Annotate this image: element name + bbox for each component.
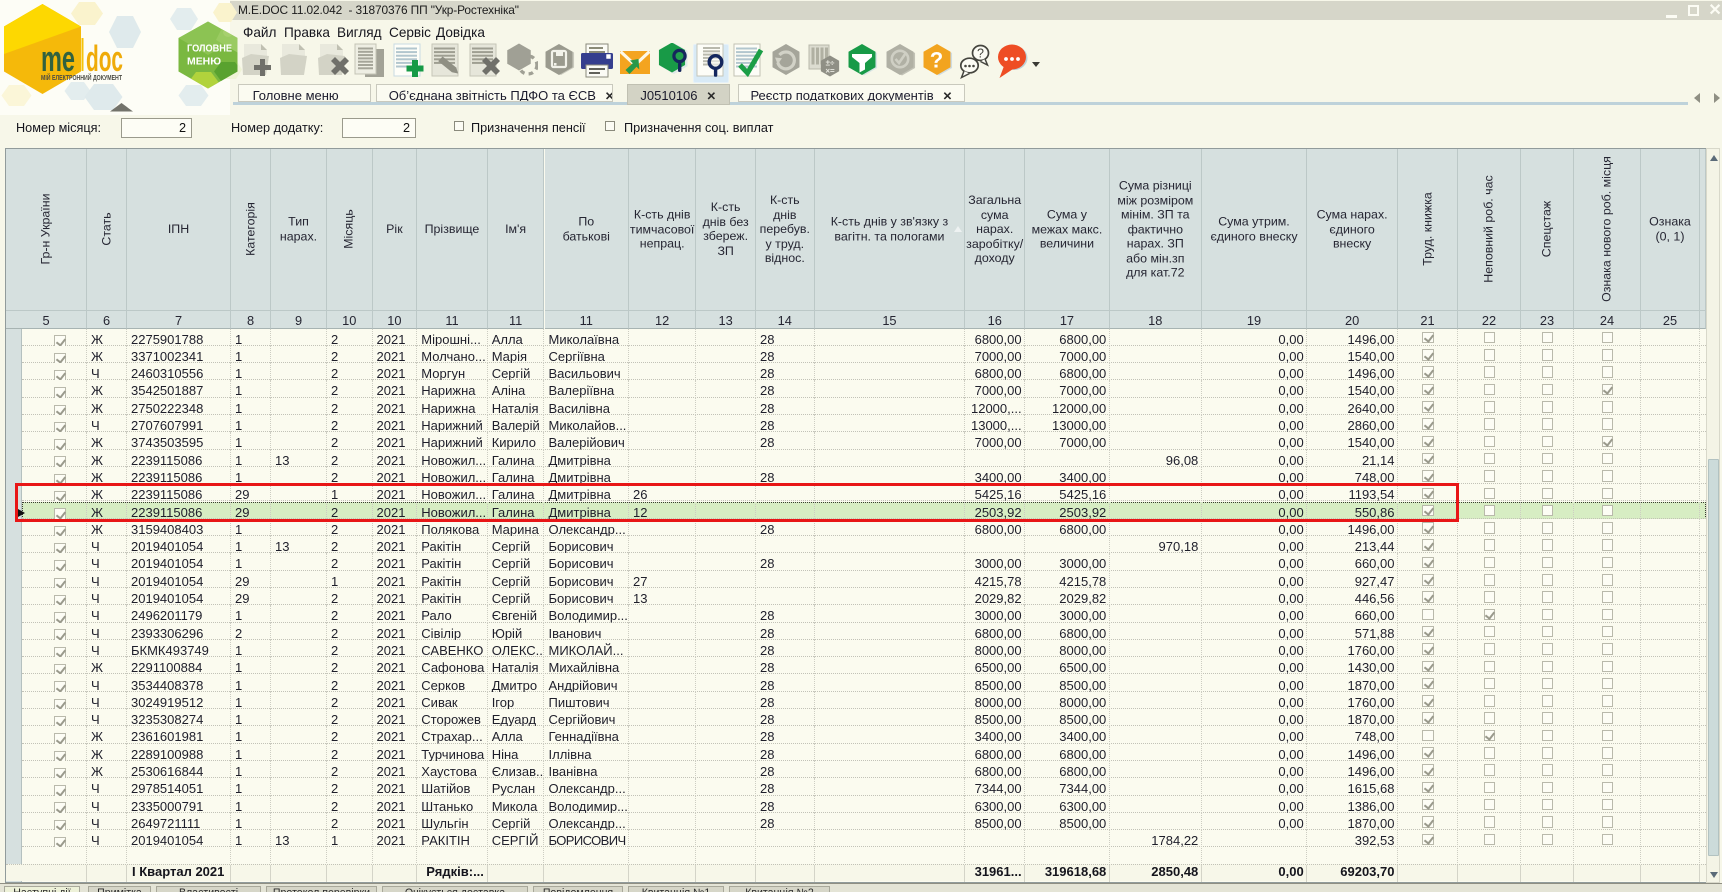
svg-text:?: ? — [977, 47, 984, 61]
svg-text:×=: ×= — [825, 67, 835, 76]
svg-text:?: ? — [930, 48, 943, 73]
